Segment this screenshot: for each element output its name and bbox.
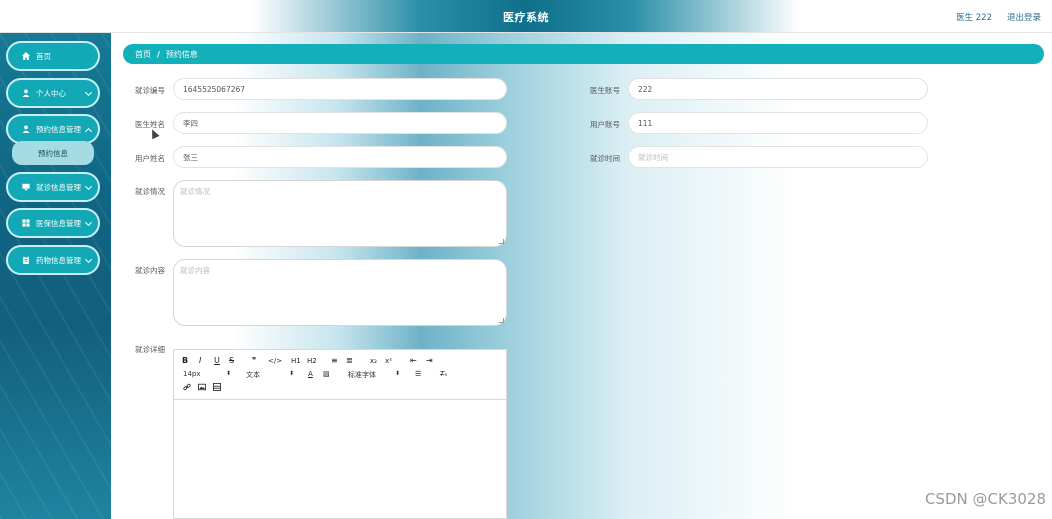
app-title: 医疗系统 — [503, 11, 549, 24]
sidebar-item-insurance-management[interactable]: 医保信息管理 — [6, 208, 100, 238]
user-icon — [21, 125, 31, 133]
underline-button[interactable]: U — [214, 356, 220, 365]
font-size-value: 14px — [183, 370, 201, 378]
rich-text-editor: B I U S ❞ </> H1 H2 ≡ ≣ x₂ x² ⇤ ⇥ 14px ⬍… — [173, 349, 507, 519]
home-icon — [21, 52, 31, 60]
ordered-list-button[interactable]: ≡ — [331, 356, 338, 365]
link-icon[interactable] — [183, 383, 191, 393]
visit-time-input[interactable]: 就诊时间 — [628, 146, 928, 168]
resize-handle-icon[interactable] — [499, 318, 504, 323]
sidebar-item-label: 预约信息管理 — [36, 124, 81, 134]
blockquote-button[interactable]: ❞ — [252, 356, 256, 365]
sidebar-item-label: 个人中心 — [36, 88, 66, 98]
font-color-icon[interactable]: A — [308, 370, 313, 378]
visit-status-label: 就诊情况 — [135, 187, 165, 196]
doctor-name-input[interactable]: 李四 — [173, 112, 507, 134]
sidebar-item-appointment-management[interactable]: 预约信息管理 — [6, 114, 100, 144]
chevron-down-icon — [84, 218, 93, 227]
sidebar-item-personal-center[interactable]: 个人中心 — [6, 78, 100, 108]
logout-link[interactable]: 退出登录 — [1007, 11, 1041, 23]
bullet-list-button[interactable]: ≣ — [346, 356, 353, 365]
sidebar-item-visit-management[interactable]: 就诊信息管理 — [6, 172, 100, 202]
chevron-down-icon — [84, 255, 93, 264]
breadcrumb-current: 预约信息 — [165, 49, 198, 59]
italic-button[interactable]: I — [199, 356, 201, 365]
breadcrumb-home[interactable]: 首页 — [135, 49, 151, 60]
font-family-value: 标准字体 — [348, 371, 376, 379]
sidebar-subitem-appointment-info[interactable]: 预约信息 — [12, 141, 94, 165]
sidebar-item-home[interactable]: 首页 — [6, 41, 100, 71]
visit-content-label: 就诊内容 — [135, 266, 165, 275]
chevron-down-icon — [84, 182, 93, 191]
resize-handle-icon[interactable] — [499, 239, 504, 244]
font-size-select[interactable]: 14px ⬍ — [183, 370, 231, 378]
select-arrow-icon: ⬍ — [394, 370, 400, 377]
align-icon[interactable]: ☰ — [415, 370, 421, 378]
chevron-down-icon — [84, 127, 93, 136]
user-icon — [21, 89, 31, 97]
text-style-select[interactable]: 文本 ⬍ — [246, 370, 294, 380]
visit-content-placeholder: 就诊内容 — [180, 266, 210, 275]
video-icon[interactable] — [213, 383, 221, 393]
visit-no-label: 就诊编号 — [135, 86, 165, 95]
user-account-input[interactable]: 111 — [628, 112, 928, 134]
outdent-button[interactable]: ⇤ — [410, 356, 417, 365]
strike-button[interactable]: S — [229, 356, 234, 365]
sidebar-item-label: 医保信息管理 — [36, 218, 81, 228]
visit-no-input[interactable]: 1645525067267 — [173, 78, 507, 100]
top-header: 医疗系统 医生 222 退出登录 — [0, 0, 1052, 33]
doctor-account-input[interactable]: 222 — [628, 78, 928, 100]
superscript-button[interactable]: x² — [385, 357, 392, 365]
sidebar-item-medicine-management[interactable]: 药物信息管理 — [6, 245, 100, 275]
image-icon[interactable] — [198, 383, 206, 393]
visit-detail-label: 就诊详细 — [135, 345, 165, 354]
user-name-label: 用户姓名 — [135, 154, 165, 163]
text-style-value: 文本 — [246, 371, 260, 379]
code-block-button[interactable]: </> — [268, 357, 282, 365]
clear-format-icon[interactable]: T̶ₓ — [440, 370, 447, 378]
subscript-button[interactable]: x₂ — [370, 357, 377, 365]
sidebar-item-label: 药物信息管理 — [36, 255, 81, 265]
grid-icon — [21, 219, 31, 227]
chevron-down-icon — [84, 88, 93, 97]
sidebar-item-label: 首页 — [36, 51, 51, 61]
header1-button[interactable]: H1 — [291, 357, 301, 365]
background-color-icon[interactable]: ▨ — [323, 370, 330, 378]
bold-button[interactable]: B — [182, 356, 188, 365]
indent-button[interactable]: ⇥ — [426, 356, 433, 365]
doctor-name-label: 医生姓名 — [135, 120, 165, 129]
visit-content-textarea[interactable]: 就诊内容 — [173, 259, 507, 326]
header2-button[interactable]: H2 — [307, 357, 317, 365]
current-user: 医生 222 — [956, 13, 992, 23]
select-arrow-icon: ⬍ — [288, 370, 294, 377]
breadcrumb-separator: / — [157, 49, 160, 59]
doctor-account-label: 医生账号 — [590, 86, 620, 95]
visit-time-label: 就诊时间 — [590, 154, 620, 163]
breadcrumb: 首页 / 预约信息 — [123, 44, 1044, 64]
editor-toolbar: B I U S ❞ </> H1 H2 ≡ ≣ x₂ x² ⇤ ⇥ 14px ⬍… — [174, 350, 506, 400]
watermark: CSDN @CK3028 — [924, 490, 1046, 508]
clipboard-icon — [21, 256, 31, 264]
user-name-input[interactable]: 张三 — [173, 146, 507, 168]
select-arrow-icon: ⬍ — [225, 370, 231, 377]
user-account-label: 用户账号 — [590, 120, 620, 129]
visit-status-textarea[interactable]: 就诊情况 — [173, 180, 507, 247]
monitor-icon — [21, 183, 31, 191]
font-family-select[interactable]: 标准字体 ⬍ — [348, 370, 400, 380]
sidebar-item-label: 就诊信息管理 — [36, 182, 81, 192]
visit-status-placeholder: 就诊情况 — [180, 187, 210, 196]
